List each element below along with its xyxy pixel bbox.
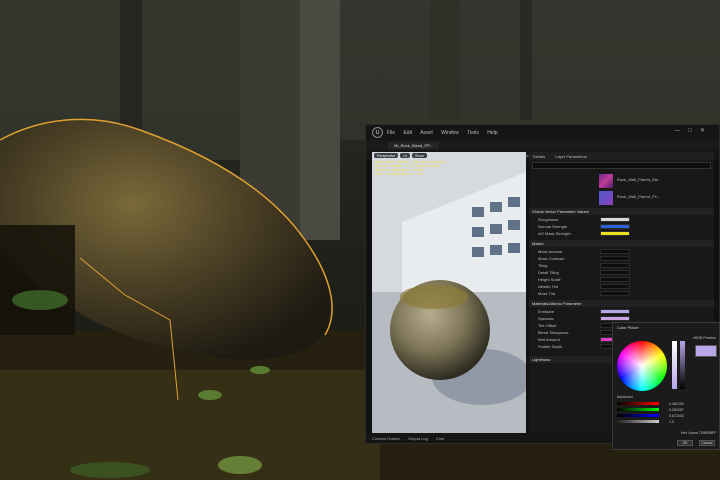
menu-help[interactable]: Help — [487, 130, 497, 136]
param-row: Moss Contrast — [529, 255, 714, 262]
blue-value[interactable]: 0.672443 — [669, 414, 684, 418]
details-header: Details Layer Parameters — [529, 152, 714, 160]
param-row: Height Scale — [529, 276, 714, 283]
show-button[interactable]: Show — [412, 153, 427, 158]
section-albedo[interactable]: Materials/Albedo Parameter — [529, 300, 714, 307]
tab-details[interactable]: Details — [533, 154, 545, 159]
hex-label: Hex Linear — [681, 431, 698, 435]
red-slider[interactable] — [617, 402, 659, 405]
param-row: Specular — [529, 315, 714, 322]
menu-file[interactable]: File — [387, 130, 395, 136]
green-slider[interactable] — [617, 408, 659, 411]
srgb-preview-label[interactable]: sRGB Preview — [693, 336, 716, 340]
param-row: Albedo Tint — [529, 283, 714, 290]
stat-line: User interpolators: 2/4 — [375, 173, 424, 177]
menu-asset[interactable]: Asset — [420, 130, 433, 136]
maximize-icon[interactable]: □ — [688, 128, 700, 134]
param-row: Normal Strength — [529, 223, 714, 230]
saturation-bar[interactable] — [672, 341, 677, 389]
param-row: Emissive — [529, 308, 714, 315]
menu-edit[interactable]: Edit — [403, 130, 412, 136]
ok-button[interactable]: OK — [677, 440, 693, 446]
advanced-label[interactable]: Advanced — [617, 395, 633, 399]
param-row: AO Mask Strength — [529, 230, 714, 237]
viewport-toolbar: Perspective Lit Show — [372, 152, 526, 159]
color-picker-dialog: Color Picker sRGB Preview Advanced 0.462… — [612, 322, 720, 450]
unreal-logo-icon: U — [372, 127, 383, 138]
color-picker-title: Color Picker — [617, 324, 639, 330]
green-value[interactable]: 0.282567 — [669, 408, 684, 412]
document-tabbar: MI_Rock_Blend_PP... — [366, 140, 719, 150]
perspective-button[interactable]: Perspective — [374, 153, 399, 158]
param-row: Moss Tint — [529, 290, 714, 297]
color-wheel[interactable] — [617, 341, 667, 391]
physmat-thumbnail[interactable] — [599, 191, 613, 205]
value-bar[interactable] — [680, 341, 685, 389]
blue-slider[interactable] — [617, 414, 659, 417]
cancel-button[interactable]: Cancel — [699, 440, 715, 446]
menu-bar: File Edit Asset Window Tools Help — [387, 130, 505, 136]
output-log-button[interactable]: Output Log — [408, 436, 428, 441]
preview-scene — [372, 152, 526, 434]
section-global-vector[interactable]: Global Vector Parameter Values — [529, 208, 714, 215]
lit-button[interactable]: Lit — [400, 153, 410, 158]
red-value[interactable]: 0.462203 — [669, 402, 684, 406]
shader-stats: Base pass shader: 183 instructions Verte… — [375, 161, 446, 177]
editor-titlebar: U File Edit Asset Window Tools Help —□✕ — [366, 125, 719, 140]
tab-layer-parameters[interactable]: Layer Parameters — [555, 154, 587, 159]
tab-material-instance[interactable]: MI_Rock_Blend_PP... — [388, 141, 439, 149]
param-row: Tiling — [529, 262, 714, 269]
param-row: Moss Amount — [529, 248, 714, 255]
alpha-value[interactable]: 1.0 — [669, 420, 674, 424]
window-controls: —□✕ — [674, 127, 713, 134]
param-row: Roughness — [529, 216, 714, 223]
details-search-input[interactable] — [532, 162, 711, 169]
menu-window[interactable]: Window — [441, 130, 459, 136]
param-row: Detail Tiling — [529, 269, 714, 276]
physmat-asset-label: Rock_Wall_Parent_Pc... — [617, 194, 661, 199]
minimize-icon[interactable]: — — [674, 128, 688, 134]
hex-value-input[interactable]: 7D5B9BFF — [699, 431, 716, 435]
content-drawer-button[interactable]: Content Drawer — [372, 436, 400, 441]
alpha-slider[interactable] — [617, 420, 659, 423]
color-preview-swatch — [695, 345, 717, 357]
parent-asset-label: Rock_Wall_Parent_Ma... — [617, 177, 662, 182]
section-masks[interactable]: Masks — [529, 240, 714, 247]
cmd-input[interactable]: Cmd — [436, 436, 444, 441]
preview-viewport[interactable]: Perspective Lit Show Base pass shader: 1… — [372, 152, 526, 434]
parent-thumbnail[interactable] — [599, 174, 613, 188]
close-icon[interactable]: ✕ — [700, 128, 713, 134]
menu-tools[interactable]: Tools — [467, 130, 479, 136]
